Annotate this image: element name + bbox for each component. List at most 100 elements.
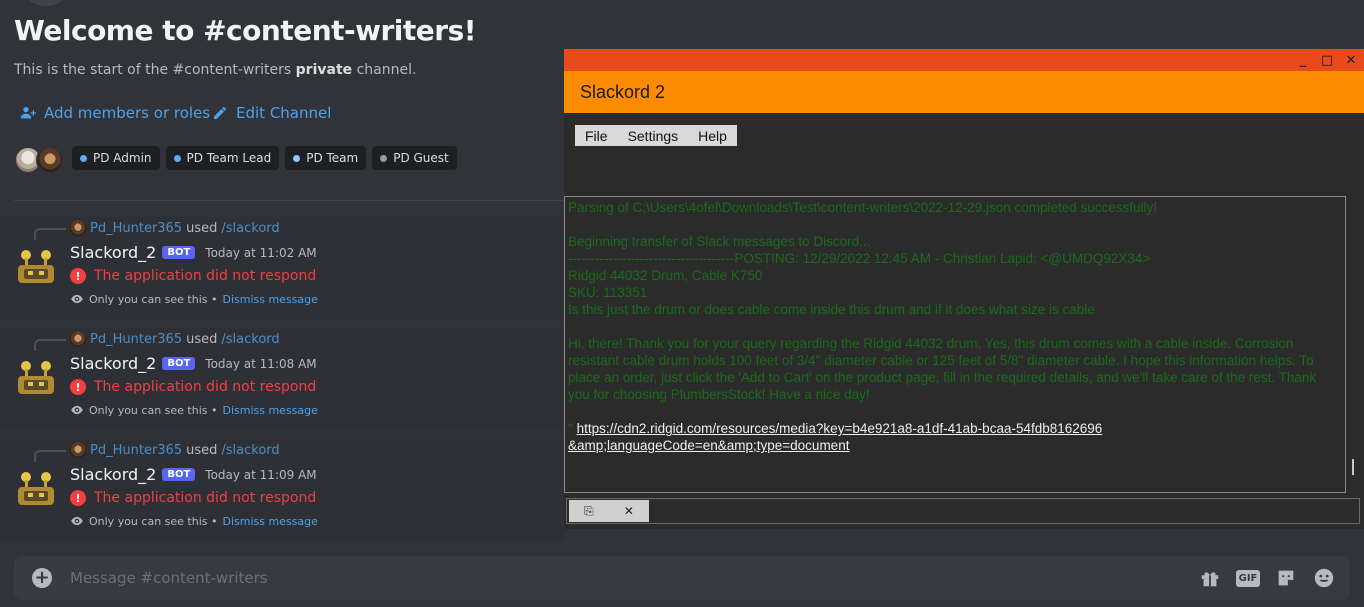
message[interactable]: Pd_Hunter365 used/slackord Slackord_2 BOT To… <box>0 439 564 541</box>
clear-icon[interactable]: ✕ <box>624 504 634 518</box>
ephemeral-note: Only you can see this • Dismiss message <box>70 292 318 306</box>
close-button[interactable]: ✕ <box>1341 51 1361 69</box>
dismiss-message-link[interactable]: Dismiss message <box>222 293 317 306</box>
minimize-button[interactable]: _ <box>1293 51 1313 69</box>
reply-command[interactable]: /slackord <box>221 443 279 458</box>
reply-username[interactable]: Pd_Hunter365 <box>90 332 182 347</box>
edit-channel-button[interactable]: Edit Channel <box>212 104 331 122</box>
error-icon: ! <box>70 268 86 284</box>
command-reference[interactable]: Pd_Hunter365 used/slackord <box>70 220 280 236</box>
add-members-button[interactable]: Add members or roles <box>20 104 210 122</box>
log-line: Hi, there! Thank you for your query rega… <box>568 336 1320 402</box>
bot-badge: BOT <box>162 246 196 259</box>
log-link-prefix: " <box>568 421 573 436</box>
error-text: The application did not respond <box>94 379 317 395</box>
log-link[interactable]: https://cdn2.ridgid.com/resources/media?… <box>577 421 1103 436</box>
eye-icon <box>70 403 84 417</box>
emoji-icon[interactable] <box>1312 566 1336 590</box>
log-line: Is this just the drum or does cable come… <box>568 302 1095 317</box>
author-name[interactable]: Slackord_2 <box>70 354 156 373</box>
role-label: PD Team Lead <box>186 151 272 165</box>
error-message: ! The application did not respond <box>70 268 316 284</box>
bot-badge: BOT <box>162 357 196 370</box>
role-pill[interactable]: PD Team Lead <box>165 146 280 170</box>
error-icon: ! <box>70 379 86 395</box>
role-color-dot <box>380 154 388 162</box>
command-reference[interactable]: Pd_Hunter365 used/slackord <box>70 331 280 347</box>
log-line: SKU: 113351 <box>568 285 648 300</box>
message-composer[interactable]: + Message #content-writers GIF <box>14 556 1350 600</box>
role-label: PD Admin <box>93 151 152 165</box>
log-link-continued[interactable]: &amp;languageCode=en&amp;type=document <box>568 438 849 453</box>
reply-avatar[interactable] <box>70 220 86 236</box>
reply-username[interactable]: Pd_Hunter365 <box>90 443 182 458</box>
gif-icon[interactable]: GIF <box>1235 566 1261 590</box>
log-line <box>568 318 1338 335</box>
ephemeral-note: Only you can see this • Dismiss message <box>70 403 318 417</box>
role-pill[interactable]: PD Team <box>285 146 367 170</box>
message-input[interactable]: Message #content-writers <box>70 569 268 587</box>
plus-icon[interactable]: + <box>32 568 52 588</box>
message[interactable]: Pd_Hunter365 used/slackord Slackord_2 BOT To… <box>0 328 564 430</box>
role-color-dot <box>173 154 181 162</box>
log-scrollbar[interactable] <box>1352 459 1354 475</box>
gift-icon[interactable] <box>1198 566 1222 590</box>
role-label: PD Guest <box>393 151 449 165</box>
bottom-toolbar: ⎘ ✕ <box>566 498 1360 524</box>
slackord-window: _ □ ✕ Slackord 2 File Settings Help Pars… <box>564 49 1364 529</box>
timestamp: Today at 11:02 AM <box>205 245 317 260</box>
only-you-text: Only you can see this • <box>89 514 218 528</box>
log-line: Ridgid 44032 Drum, Cable K750 <box>568 268 763 283</box>
edit-channel-label: Edit Channel <box>236 104 332 122</box>
ephemeral-note: Only you can see this • Dismiss message <box>70 514 318 528</box>
message[interactable]: Pd_Hunter365 used/slackord Slackord_2 BOT To… <box>0 217 564 319</box>
reply-used-text: used <box>186 442 218 458</box>
dismiss-message-link[interactable]: Dismiss message <box>222 515 317 528</box>
maximize-button[interactable]: □ <box>1317 51 1337 69</box>
member-avatar[interactable] <box>36 146 64 174</box>
bot-avatar[interactable] <box>16 245 56 285</box>
author-name[interactable]: Slackord_2 <box>70 243 156 262</box>
log-link-line: " https://cdn2.ridgid.com/resources/medi… <box>568 420 1338 437</box>
reply-used-text: used <box>186 220 218 236</box>
author-name[interactable]: Slackord_2 <box>70 465 156 484</box>
menu-bar: File Settings Help <box>575 125 737 146</box>
channel-avatar <box>20 0 72 6</box>
bot-avatar[interactable] <box>16 467 56 507</box>
error-message: ! The application did not respond <box>70 490 316 506</box>
log-link-line: &amp;languageCode=en&amp;type=document <box>568 437 1338 454</box>
copy-icon[interactable]: ⎘ <box>584 504 594 519</box>
log-line <box>568 403 1338 420</box>
sticker-icon[interactable] <box>1274 566 1298 590</box>
dismiss-message-link[interactable]: Dismiss message <box>222 404 317 417</box>
bot-avatar[interactable] <box>16 356 56 396</box>
eye-icon <box>70 292 84 306</box>
command-reference[interactable]: Pd_Hunter365 used/slackord <box>70 442 280 458</box>
log-line: Beginning transfer of Slack messages to … <box>568 234 871 249</box>
menu-settings[interactable]: Settings <box>618 125 689 146</box>
app-title: Slackord 2 <box>580 82 666 102</box>
reply-command[interactable]: /slackord <box>221 221 279 236</box>
reply-connector <box>34 228 66 240</box>
reply-command[interactable]: /slackord <box>221 332 279 347</box>
add-user-icon <box>20 107 36 119</box>
bot-badge: BOT <box>162 468 196 481</box>
role-color-dot <box>293 154 301 162</box>
menu-help[interactable]: Help <box>688 125 737 146</box>
log-line: Parsing of C:\Users\4ofel\Downloads\Test… <box>568 200 1158 215</box>
reply-avatar[interactable] <box>70 331 86 347</box>
reply-username[interactable]: Pd_Hunter365 <box>90 221 182 236</box>
log-line <box>568 216 1338 233</box>
add-members-label: Add members or roles <box>44 104 211 122</box>
member-avatars[interactable] <box>14 146 64 174</box>
role-pill[interactable]: PD Guest <box>372 146 457 170</box>
role-label: PD Team <box>306 151 359 165</box>
window-titlebar[interactable]: _ □ ✕ <box>564 49 1364 71</box>
log-output[interactable]: Parsing of C:\Users\4ofel\Downloads\Test… <box>564 196 1346 493</box>
only-you-text: Only you can see this • <box>89 403 218 417</box>
menu-file[interactable]: File <box>575 125 618 146</box>
reply-avatar[interactable] <box>70 442 86 458</box>
role-pill[interactable]: PD Admin <box>72 146 160 170</box>
eye-icon <box>70 514 84 528</box>
app-header: Slackord 2 <box>564 71 1364 113</box>
